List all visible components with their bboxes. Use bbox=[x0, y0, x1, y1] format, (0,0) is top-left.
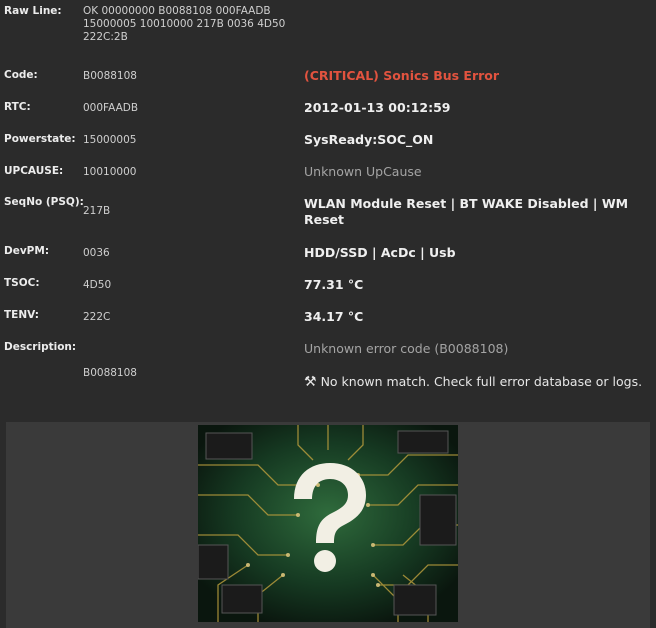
circuit-board-question-mark-image bbox=[198, 425, 458, 622]
tools-icon: ⚒ bbox=[304, 374, 317, 390]
code-decoded: (CRITICAL) Sonics Bus Error bbox=[304, 68, 500, 83]
seqno-label: SeqNo (PSQ): bbox=[4, 196, 84, 208]
code-value: B0088108 bbox=[83, 70, 137, 82]
tenv-value: 222C bbox=[83, 311, 111, 323]
tsoc-value: 4D50 bbox=[83, 279, 112, 291]
raw-line-text-3: 222C:2B bbox=[83, 31, 128, 43]
raw-line-text-1: OK 00000000 B0088108 000FAADB bbox=[83, 5, 271, 17]
devpm-label: DevPM: bbox=[4, 245, 50, 257]
seqno-value: 217B bbox=[83, 205, 111, 217]
tsoc-label: TSOC: bbox=[4, 277, 40, 289]
rtc-label: RTC: bbox=[4, 101, 31, 113]
upcause-decoded: Unknown UpCause bbox=[304, 164, 422, 179]
upcause-value: 10010000 bbox=[83, 166, 137, 178]
description-note: ⚒ No known match. Check full error databa… bbox=[304, 374, 644, 390]
description-decoded: Unknown error code (B0088108) bbox=[304, 341, 509, 356]
rtc-decoded: 2012-01-13 00:12:59 bbox=[304, 100, 451, 115]
upcause-label: UPCAUSE: bbox=[4, 165, 64, 177]
tenv-label: TENV: bbox=[4, 309, 39, 321]
description-code: B0088108 bbox=[83, 367, 137, 379]
code-label: Code: bbox=[4, 69, 38, 81]
description-label: Description: bbox=[4, 341, 77, 353]
seqno-decoded: WLAN Module Reset | BT WAKE Disabled | W… bbox=[304, 196, 629, 227]
powerstate-label: Powerstate: bbox=[4, 133, 76, 145]
tenv-decoded: 34.17 °C bbox=[304, 309, 364, 324]
devpm-decoded: HDD/SSD | AcDc | Usb bbox=[304, 245, 456, 260]
description-note-text: No known match. Check full error databas… bbox=[320, 374, 643, 389]
raw-line-text-2: 15000005 10010000 217B 0036 4D50 bbox=[83, 18, 286, 30]
powerstate-decoded: SysReady:SOC_ON bbox=[304, 132, 434, 147]
devpm-value: 0036 bbox=[83, 247, 110, 259]
image-panel bbox=[6, 422, 650, 628]
rtc-value: 000FAADB bbox=[83, 102, 139, 114]
powerstate-value: 15000005 bbox=[83, 134, 137, 146]
raw-line-label: Raw Line: bbox=[4, 5, 62, 17]
tsoc-decoded: 77.31 °C bbox=[304, 277, 364, 292]
raw-line-value: OK 00000000 B0088108 000FAADB 15000005 1… bbox=[83, 5, 285, 44]
